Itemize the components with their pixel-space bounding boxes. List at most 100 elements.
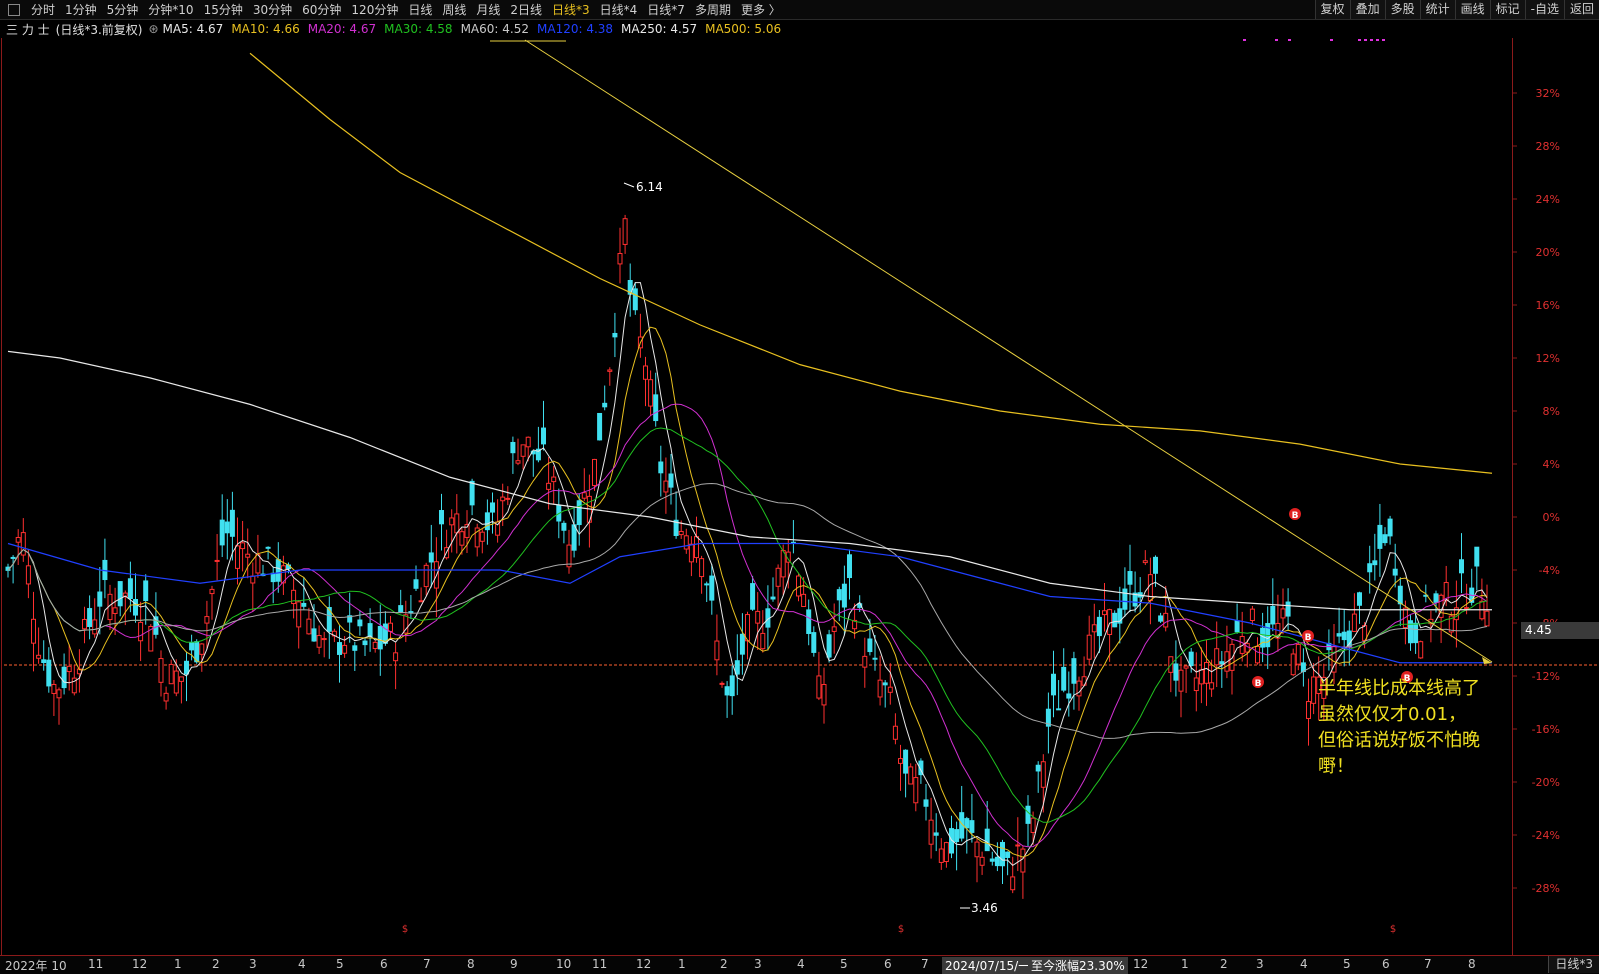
candle (5, 563, 11, 578)
candle-body (1107, 609, 1113, 635)
candle (1193, 652, 1199, 712)
candle (505, 486, 511, 506)
candle (913, 763, 919, 812)
candle-body (760, 632, 766, 650)
candle-body (311, 628, 317, 642)
candle (699, 555, 705, 594)
candle (321, 631, 327, 658)
bottom-period-tab[interactable]: 日线*3 (1548, 956, 1599, 973)
candle (92, 598, 98, 638)
candle-body (1377, 524, 1383, 549)
candle-body (1025, 805, 1031, 824)
candle-body (979, 856, 985, 866)
candle (597, 412, 603, 441)
candle-body (418, 600, 424, 603)
candle (780, 544, 786, 595)
candle (520, 444, 526, 470)
candle (439, 493, 444, 551)
candle (61, 653, 67, 695)
candle-body (1193, 677, 1199, 692)
candle (1020, 846, 1026, 899)
right-axis-border (1512, 38, 1513, 955)
candle-body (1234, 620, 1240, 633)
candle-body (1372, 560, 1378, 566)
candle (1418, 640, 1424, 659)
high-pointer (623, 182, 635, 188)
candle-body (796, 575, 801, 597)
candle (36, 627, 42, 664)
candle (265, 546, 271, 560)
candle-body (469, 480, 475, 506)
high-label: 6.14 (636, 180, 663, 194)
candle (811, 626, 817, 657)
candle-body (755, 610, 761, 624)
candle (862, 637, 868, 688)
candle-body (1285, 601, 1291, 617)
kline-chart[interactable]: 32%28%24%20%16%12%8%4%0%-4%-8%-12%-16%-2… (0, 0, 1599, 955)
candle-body (133, 599, 138, 616)
candle-body (117, 581, 123, 607)
candle (209, 585, 215, 620)
candle (877, 655, 883, 706)
candle (806, 599, 812, 646)
candles-group (5, 214, 1490, 899)
candle-body (510, 441, 516, 454)
candle (1000, 839, 1005, 885)
candle-body (898, 758, 903, 764)
candle-body (352, 645, 358, 651)
x-tick-label: 7 (1424, 957, 1432, 971)
candle-body (908, 766, 914, 785)
candle-body (92, 619, 98, 635)
b-marker-label: B (1292, 511, 1299, 521)
candle-body (1158, 615, 1164, 622)
candle-body (938, 848, 944, 863)
cursor-change: 至今涨幅23.30% (1028, 957, 1128, 974)
candle (734, 634, 740, 696)
candle (530, 450, 536, 477)
candle (571, 506, 577, 558)
candle-body (836, 589, 842, 601)
candle-body (15, 536, 21, 543)
candle (41, 640, 47, 671)
candle-body (821, 684, 827, 706)
candle (102, 538, 108, 599)
candle (989, 851, 995, 866)
candle-body (750, 583, 756, 610)
x-tick-label: 4 (797, 957, 805, 971)
candle-body (1244, 643, 1250, 653)
candle (663, 457, 669, 514)
candle-body (393, 652, 399, 662)
candle-body (984, 828, 990, 852)
ma5-line (7, 282, 1488, 867)
candle (1025, 795, 1031, 847)
b-marker: B (1302, 630, 1314, 643)
candle (372, 639, 378, 653)
candle-body (36, 654, 42, 659)
x-tick-label: 12 (636, 957, 652, 971)
candle-body (541, 427, 546, 445)
candle-body (143, 580, 149, 602)
candle (1081, 656, 1087, 686)
x-tick-label: 12 (1133, 957, 1149, 971)
signal-dot-icon (1382, 39, 1385, 41)
candle (219, 494, 225, 558)
candle (1142, 550, 1148, 566)
candle (10, 555, 16, 584)
candle-body (168, 663, 174, 685)
signal-dot-icon (1275, 39, 1278, 41)
candle-body (362, 640, 368, 646)
candle-body (592, 458, 597, 487)
candle (1158, 612, 1164, 623)
candle-body (224, 521, 230, 534)
candle (153, 592, 159, 639)
candle (1382, 527, 1388, 546)
time-axis: 2022年 10 11 12 1 2 3 4 5 6 7 8 9 10 11 12 1 2 3 4 5 6 7 2024/0… (0, 955, 1599, 974)
candle-body (719, 682, 725, 685)
candle-body (933, 832, 939, 836)
y-tick-label: 20% (1536, 246, 1560, 259)
candle-body (887, 686, 893, 693)
candle (964, 816, 970, 854)
candle-body (739, 633, 745, 655)
candle-body (709, 575, 715, 601)
candle-body (607, 369, 613, 372)
